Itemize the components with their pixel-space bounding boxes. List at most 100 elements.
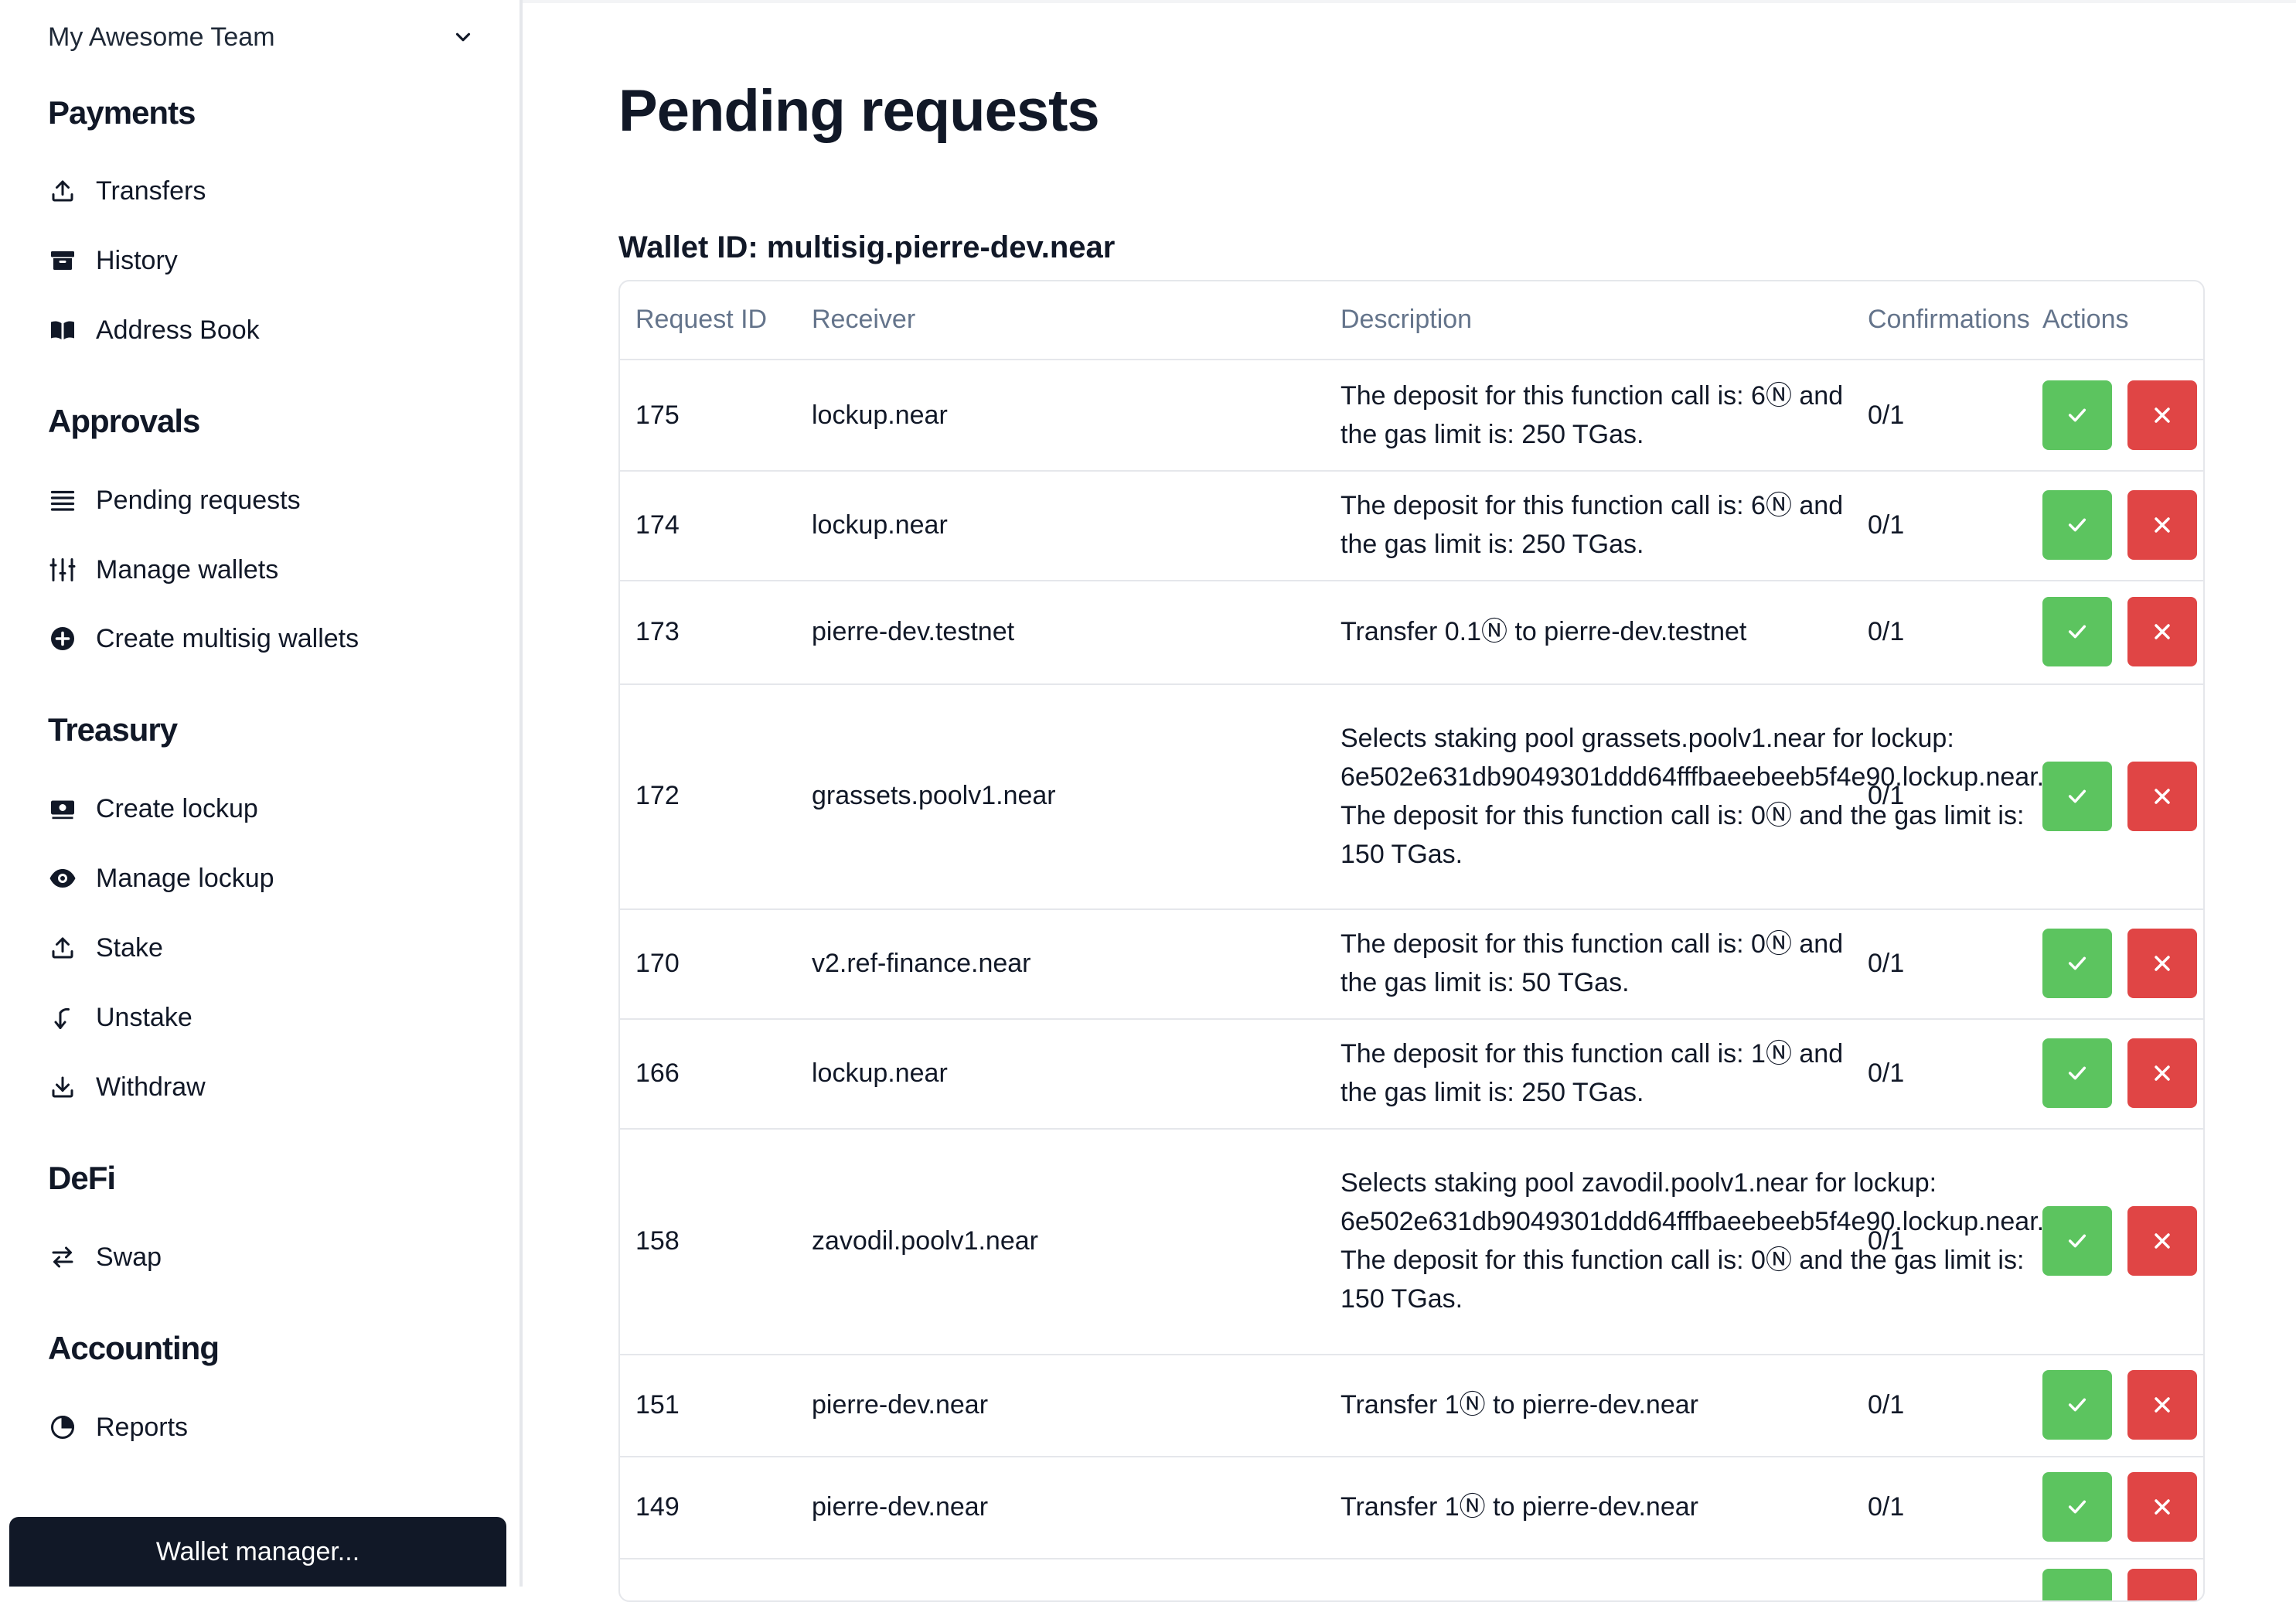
sidebar-item-reports[interactable]: Reports bbox=[48, 1406, 481, 1449]
sidebar-item-label: Unstake bbox=[96, 1002, 192, 1032]
chevron-down-icon bbox=[455, 32, 471, 42]
request-id-cell: 174 bbox=[635, 510, 680, 540]
sidebar-item-swap[interactable]: Swap bbox=[48, 1236, 481, 1279]
approve-button[interactable] bbox=[2042, 1370, 2112, 1440]
sidebar-item-manage-wallets[interactable]: Manage wallets bbox=[48, 548, 481, 591]
reject-button[interactable] bbox=[2127, 1206, 2197, 1276]
approve-button[interactable] bbox=[2042, 597, 2112, 666]
sidebar-item-label: Manage lockup bbox=[96, 863, 274, 893]
check-icon bbox=[2065, 1495, 2090, 1519]
receiver-cell: lockup.near bbox=[812, 400, 948, 430]
reject-button[interactable] bbox=[2127, 380, 2197, 450]
sidebar-item-address-book[interactable]: Address Book bbox=[48, 308, 481, 352]
confirmations-cell: 0/1 bbox=[1868, 1058, 1905, 1088]
sidebar-item-create-lockup[interactable]: Create lockup bbox=[48, 787, 481, 830]
reject-button[interactable] bbox=[2127, 490, 2197, 560]
approve-button[interactable] bbox=[2042, 490, 2112, 560]
sidebar-item-label: Pending requests bbox=[96, 485, 301, 515]
section-title-defi: DeFi bbox=[48, 1160, 116, 1196]
sidebar-item-transfers[interactable]: Transfers bbox=[48, 169, 481, 213]
reject-button[interactable] bbox=[2127, 1038, 2197, 1108]
archive-icon bbox=[48, 246, 77, 275]
swap-icon bbox=[48, 1242, 77, 1272]
sidebar-item-label: Transfers bbox=[96, 176, 206, 206]
sidebar-item-label: Address Book bbox=[96, 315, 260, 345]
close-icon bbox=[2150, 1495, 2175, 1519]
confirmations-cell: 0/1 bbox=[1868, 781, 1905, 810]
approve-button[interactable] bbox=[2042, 1038, 2112, 1108]
check-icon bbox=[2065, 1061, 2090, 1086]
sidebar-item-label: Stake bbox=[96, 932, 163, 963]
reject-button[interactable] bbox=[2127, 761, 2197, 831]
section-title-accounting: Accounting bbox=[48, 1330, 220, 1366]
pie-chart-icon bbox=[48, 1413, 77, 1442]
check-icon bbox=[2065, 1229, 2090, 1253]
confirmations-cell: 0/1 bbox=[1868, 1225, 1905, 1256]
section-title-payments: Payments bbox=[48, 94, 196, 131]
column-header-request-id: Request ID bbox=[635, 305, 768, 334]
description-cell: The deposit for this function call is: 1… bbox=[1340, 1039, 1844, 1107]
sidebar-item-stake[interactable]: Stake bbox=[48, 926, 481, 970]
approve-button[interactable] bbox=[2042, 761, 2112, 831]
sidebar-item-label: Create multisig wallets bbox=[96, 623, 359, 653]
receiver-cell: pierre-dev.near bbox=[812, 1389, 989, 1420]
table-header: Request ID Receiver Description Confirma… bbox=[620, 281, 2203, 360]
request-id-cell: 175 bbox=[635, 400, 680, 430]
actions-cell bbox=[2042, 1456, 2197, 1558]
wallet-id: Wallet ID: multisig.pierre-dev.near bbox=[618, 230, 1116, 264]
table-row: 174 lockup.near The deposit for this funct… bbox=[620, 470, 2203, 581]
actions-cell bbox=[2042, 908, 2197, 1018]
section-title-treasury: Treasury bbox=[48, 711, 178, 748]
approve-button[interactable] bbox=[2042, 929, 2112, 998]
confirmations-cell: 0/1 bbox=[1868, 1491, 1905, 1522]
actions-cell bbox=[2042, 1354, 2197, 1456]
sliders-icon bbox=[48, 555, 77, 585]
confirmations-cell: 0/1 bbox=[1868, 616, 1905, 646]
approve-button[interactable] bbox=[2042, 380, 2112, 450]
approve-button[interactable] bbox=[2042, 1206, 2112, 1276]
cash-icon bbox=[48, 794, 77, 823]
actions-cell bbox=[2042, 580, 2197, 683]
receiver-cell: pierre-dev.near bbox=[812, 1491, 989, 1522]
reject-button[interactable] bbox=[2127, 597, 2197, 666]
request-id-cell: 149 bbox=[635, 1491, 680, 1522]
sidebar-item-unstake[interactable]: Unstake bbox=[48, 996, 481, 1039]
team-selector[interactable]: My Awesome Team bbox=[48, 14, 475, 60]
description-cell: The deposit for this function call is: 6… bbox=[1340, 381, 1844, 449]
download-icon bbox=[48, 1072, 77, 1102]
reject-button[interactable] bbox=[2127, 1569, 2197, 1600]
sidebar-item-label: Manage wallets bbox=[96, 554, 279, 585]
reject-button[interactable] bbox=[2127, 929, 2197, 998]
table-row-partial bbox=[620, 1558, 2203, 1600]
sidebar-item-withdraw[interactable]: Withdraw bbox=[48, 1065, 481, 1109]
reject-button[interactable] bbox=[2127, 1472, 2197, 1542]
sidebar-item-create-multisig[interactable]: Create multisig wallets bbox=[48, 617, 481, 660]
column-header-receiver: Receiver bbox=[812, 305, 916, 334]
description-cell: The deposit for this function call is: 6… bbox=[1340, 491, 1844, 559]
reject-button[interactable] bbox=[2127, 1370, 2197, 1440]
confirmations-cell: 0/1 bbox=[1868, 1389, 1905, 1420]
check-icon bbox=[2065, 1392, 2090, 1417]
receiver-cell: zavodil.poolv1.near bbox=[812, 1225, 1038, 1256]
sidebar-item-history[interactable]: History bbox=[48, 239, 481, 282]
upload-icon bbox=[48, 933, 77, 963]
approve-button[interactable] bbox=[2042, 1472, 2112, 1542]
sidebar-item-label: Reports bbox=[96, 1412, 189, 1442]
sidebar-item-label: Create lockup bbox=[96, 793, 258, 823]
wallet-manager-button[interactable]: Wallet manager... bbox=[9, 1517, 506, 1587]
team-name: My Awesome Team bbox=[48, 22, 275, 52]
request-id-cell: 173 bbox=[635, 616, 680, 646]
actions-cell bbox=[2042, 1018, 2197, 1128]
plus-circle-icon bbox=[48, 624, 77, 653]
check-icon bbox=[2065, 784, 2090, 809]
sidebar-item-pending-requests[interactable]: Pending requests bbox=[48, 479, 481, 522]
close-icon bbox=[2150, 784, 2175, 809]
table-row: 149 pierre-dev.near Transfer 1Ⓝ to pierre-… bbox=[620, 1456, 2203, 1559]
approve-button[interactable] bbox=[2042, 1569, 2112, 1600]
confirmations-cell: 0/1 bbox=[1868, 510, 1905, 540]
sidebar-item-manage-lockup[interactable]: Manage lockup bbox=[48, 857, 481, 900]
unstake-icon bbox=[48, 1003, 77, 1032]
requests-table: Request ID Receiver Description Confirma… bbox=[618, 280, 2205, 1602]
table-row: 166 lockup.near The deposit for this funct… bbox=[620, 1018, 2203, 1130]
table-row: 170 v2.ref-finance.near The deposit for th… bbox=[620, 908, 2203, 1020]
